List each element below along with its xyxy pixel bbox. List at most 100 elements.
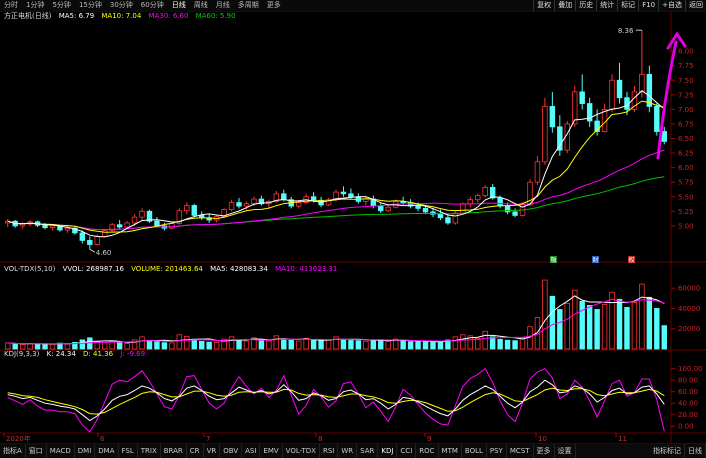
volume-tick-1: 40000 (678, 305, 700, 313)
candle-body-15 (116, 224, 123, 228)
candle-body-22 (169, 223, 175, 229)
volume-bar-83 (624, 307, 630, 350)
volume-bar-57 (430, 341, 436, 350)
indicator-tab-1[interactable]: 窗口 (26, 444, 47, 458)
volume-bar-34 (258, 339, 265, 350)
indicator-tab-7[interactable]: BRAR (161, 444, 187, 458)
volume-bar-51 (385, 341, 391, 350)
indicator-tab-18[interactable]: CCI (397, 444, 417, 458)
indicator-tabs: 指标A 窗口 MACD DMI DMA FSL TRIX BRAR CR VR OBV ASI EMV V… (0, 443, 706, 458)
price-tick-7: 6.25 (678, 150, 694, 158)
volume-bar-44 (333, 336, 339, 350)
volume-bar-2 (19, 344, 26, 350)
candle-body-65 (489, 187, 496, 199)
candle-body-46 (348, 193, 354, 198)
volume-bar-4 (34, 343, 41, 350)
indicator-tab-10[interactable]: OBV (220, 444, 243, 458)
volume-tick-2: 20000 (678, 325, 700, 333)
volume-bar-19 (146, 339, 153, 350)
volume-bar-78 (586, 305, 593, 350)
indicator-tab-24[interactable]: 更多 (534, 444, 555, 458)
candle-body-58 (437, 213, 444, 219)
indicator-tab-5[interactable]: FSL (119, 444, 138, 458)
low-price-pointer (89, 248, 96, 253)
date-label-3: 8 (318, 435, 322, 443)
indicator-tab-20[interactable]: MTM (439, 444, 462, 458)
volume-bar-16 (124, 343, 130, 350)
volume-bar-69 (519, 337, 526, 350)
candle-body-74 (557, 126, 563, 151)
indicator-tab-14[interactable]: RSI (320, 444, 339, 458)
candle-body-61 (460, 203, 466, 214)
candle-body-72 (542, 106, 548, 163)
volume-bar-74 (557, 309, 563, 350)
volume-bar-60 (452, 336, 459, 350)
price-tick-9: 5.75 (678, 179, 694, 187)
volume-bar-1 (12, 343, 18, 350)
volume-bar-11 (87, 337, 93, 350)
volume-bar-58 (437, 341, 444, 350)
bottom-right-button-0[interactable]: 指标标记 (650, 444, 685, 458)
price-tick-6: 6.50 (678, 135, 694, 143)
indicator-tab-19[interactable]: ROC (416, 444, 439, 458)
indicator-tab-17[interactable]: KDJ (378, 444, 398, 458)
candle-body-17 (131, 216, 138, 224)
indicator-tab-25[interactable]: 设置 (555, 444, 576, 458)
volume-bar-50 (378, 339, 384, 350)
volume-bar-53 (400, 340, 406, 350)
indicator-tab-22[interactable]: PSY (487, 444, 507, 458)
volume-bar-3 (27, 343, 33, 350)
date-label-6: 11 (618, 435, 627, 443)
candle-body-73 (549, 106, 556, 128)
candle-body-50 (378, 205, 384, 212)
low-price-label: 4.60 (96, 249, 112, 257)
volume-bar-36 (273, 335, 280, 350)
volume-bar-37 (281, 338, 287, 350)
date-label-5: 10 (538, 435, 547, 443)
kdj-tick-2: 60.00 (678, 388, 698, 396)
indicator-tab-16[interactable]: SAR (357, 444, 379, 458)
bottom-right-button-1[interactable]: 日线 (685, 444, 706, 458)
volume-bar-81 (609, 291, 615, 350)
indicator-tab-4[interactable]: DMA (95, 444, 119, 458)
kdj-tick-1: 80.00 (678, 377, 698, 385)
volume-bar-22 (169, 342, 175, 350)
price-tick-10: 5.50 (678, 193, 694, 201)
indicator-tab-6[interactable]: TRIX (138, 444, 161, 458)
volume-bar-82 (616, 298, 623, 350)
price-tick-1: 7.75 (678, 62, 694, 70)
volume-bar-31 (236, 339, 242, 350)
volume-bar-45 (340, 338, 347, 350)
candle-body-59 (445, 217, 451, 224)
stock-chart[interactable]: 8.00 7.75 7.50 7.25 7.00 6.75 6.50 6.25 6.00 5.75… (0, 0, 706, 457)
candle-body-2 (19, 223, 26, 227)
indicator-tab-8[interactable]: CR (187, 444, 204, 458)
volume-bar-13 (102, 342, 108, 350)
volume-bar-67 (504, 339, 511, 350)
indicator-tab-12[interactable]: EMV (260, 444, 283, 458)
kdj-j-line (7, 367, 665, 433)
indicator-tab-13[interactable]: VOL-TDX (283, 444, 320, 458)
candle-body-87 (654, 106, 660, 132)
volume-bar-38 (288, 339, 294, 350)
indicator-tab-21[interactable]: BOLL (462, 444, 487, 458)
indicator-tab-0[interactable]: 指标A (0, 444, 26, 458)
price-tick-5: 6.75 (678, 120, 694, 128)
indicator-tab-3[interactable]: DMI (75, 444, 96, 458)
indicator-tab-23[interactable]: MCST (507, 444, 534, 458)
badge-1: 财 (593, 256, 599, 264)
indicator-tab-11[interactable]: ASI (242, 444, 261, 458)
volume-bar-30 (228, 336, 235, 350)
indicator-tab-2[interactable]: MACD (47, 444, 75, 458)
candle-body-81 (609, 79, 615, 110)
indicator-tab-15[interactable]: WR (338, 444, 358, 458)
candle-body-60 (452, 212, 459, 224)
candle-body-85 (639, 74, 645, 93)
indicator-tab-9[interactable]: VR (204, 444, 221, 458)
volume-bar-8 (64, 343, 71, 350)
volume-bar-87 (654, 308, 660, 350)
candle-body-88 (661, 131, 667, 142)
candle-body-41 (310, 196, 317, 201)
candle-body-55 (415, 205, 421, 209)
candle-body-25 (191, 205, 197, 216)
